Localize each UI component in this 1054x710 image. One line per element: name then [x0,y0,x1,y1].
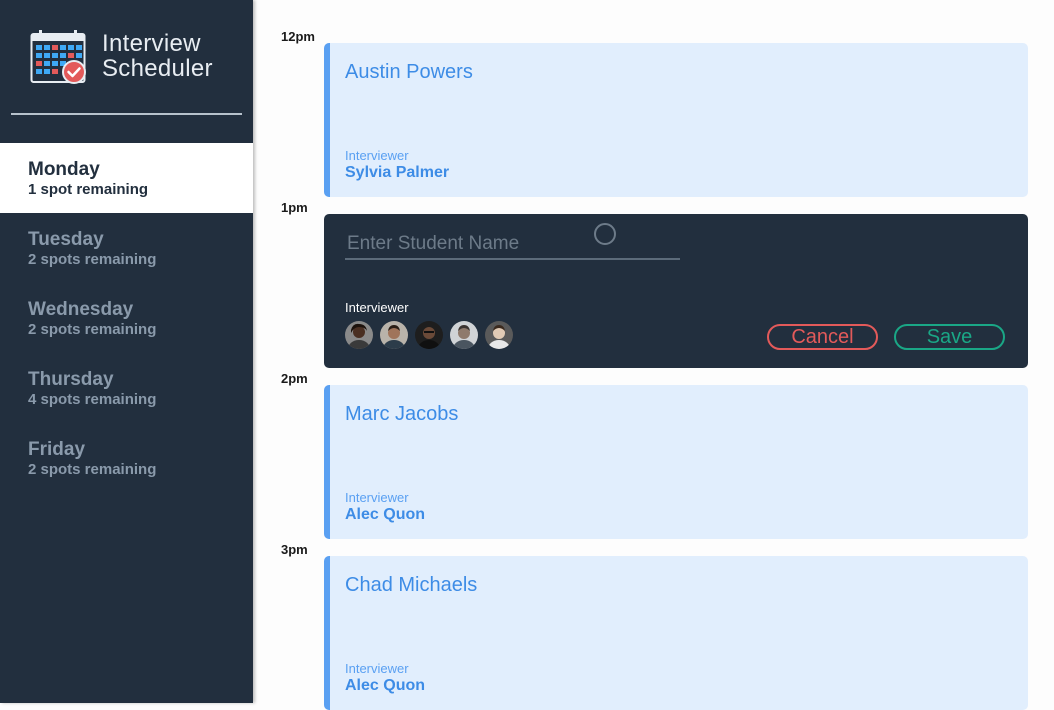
app-title-line1: Interview [102,30,201,57]
mouse-cursor [594,223,616,245]
time-slot: 2pm Marc Jacobs Interviewer Alec Quon [253,342,1054,539]
day-item-friday[interactable]: Friday 2 spots remaining [0,423,253,493]
calendar-check-icon [30,30,86,84]
time-slot: 3pm Chad Michaels Interviewer Alec Quon [253,513,1054,710]
interviewer-name: Alec Quon [345,677,426,694]
day-name: Wednesday [28,299,134,320]
day-spots: 2 spots remaining [28,461,157,478]
day-spots: 4 spots remaining [28,391,157,408]
sidebar: Interview Scheduler Monday 1 spot remain… [0,0,253,703]
time-label: 1pm [281,200,308,215]
interviewer-label: Interviewer [345,490,409,505]
student-name: Marc Jacobs [345,403,459,425]
day-spots: 2 spots remaining [28,321,157,338]
interviewer-label: Interviewer [345,300,409,315]
day-item-wednesday[interactable]: Wednesday 2 spots remaining [0,283,253,353]
interviewer-label: Interviewer [345,148,409,163]
student-name: Austin Powers [345,61,473,83]
student-name-input[interactable] [345,230,680,260]
time-label: 2pm [281,371,308,386]
day-item-thursday[interactable]: Thursday 4 spots remaining [0,353,253,423]
appointment-card[interactable]: Chad Michaels Interviewer Alec Quon [324,556,1028,710]
sidebar-divider [11,113,242,115]
day-list: Monday 1 spot remaining Tuesday 2 spots … [0,143,253,493]
time-label: 12pm [281,29,315,44]
day-name: Friday [28,439,86,460]
time-slot: 12pm Austin Powers Interviewer Sylvia Pa… [253,0,1054,197]
app-title: Interview Scheduler [102,31,213,81]
time-label: 3pm [281,542,308,557]
day-item-tuesday[interactable]: Tuesday 2 spots remaining [0,213,253,283]
schedule: 12pm Austin Powers Interviewer Sylvia Pa… [253,0,1054,710]
day-spots: 2 spots remaining [28,251,157,268]
app-title-line2: Scheduler [102,55,213,82]
day-name: Thursday [28,369,114,390]
interviewer-label: Interviewer [345,661,409,676]
day-name: Tuesday [28,229,104,250]
student-name: Chad Michaels [345,574,478,596]
app-logo: Interview Scheduler [30,29,225,89]
time-slot: 1pm Interviewer [253,171,1054,368]
day-item-monday[interactable]: Monday 1 spot remaining [0,143,253,213]
day-spots: 1 spot remaining [28,181,149,198]
day-name: Monday [28,159,100,180]
